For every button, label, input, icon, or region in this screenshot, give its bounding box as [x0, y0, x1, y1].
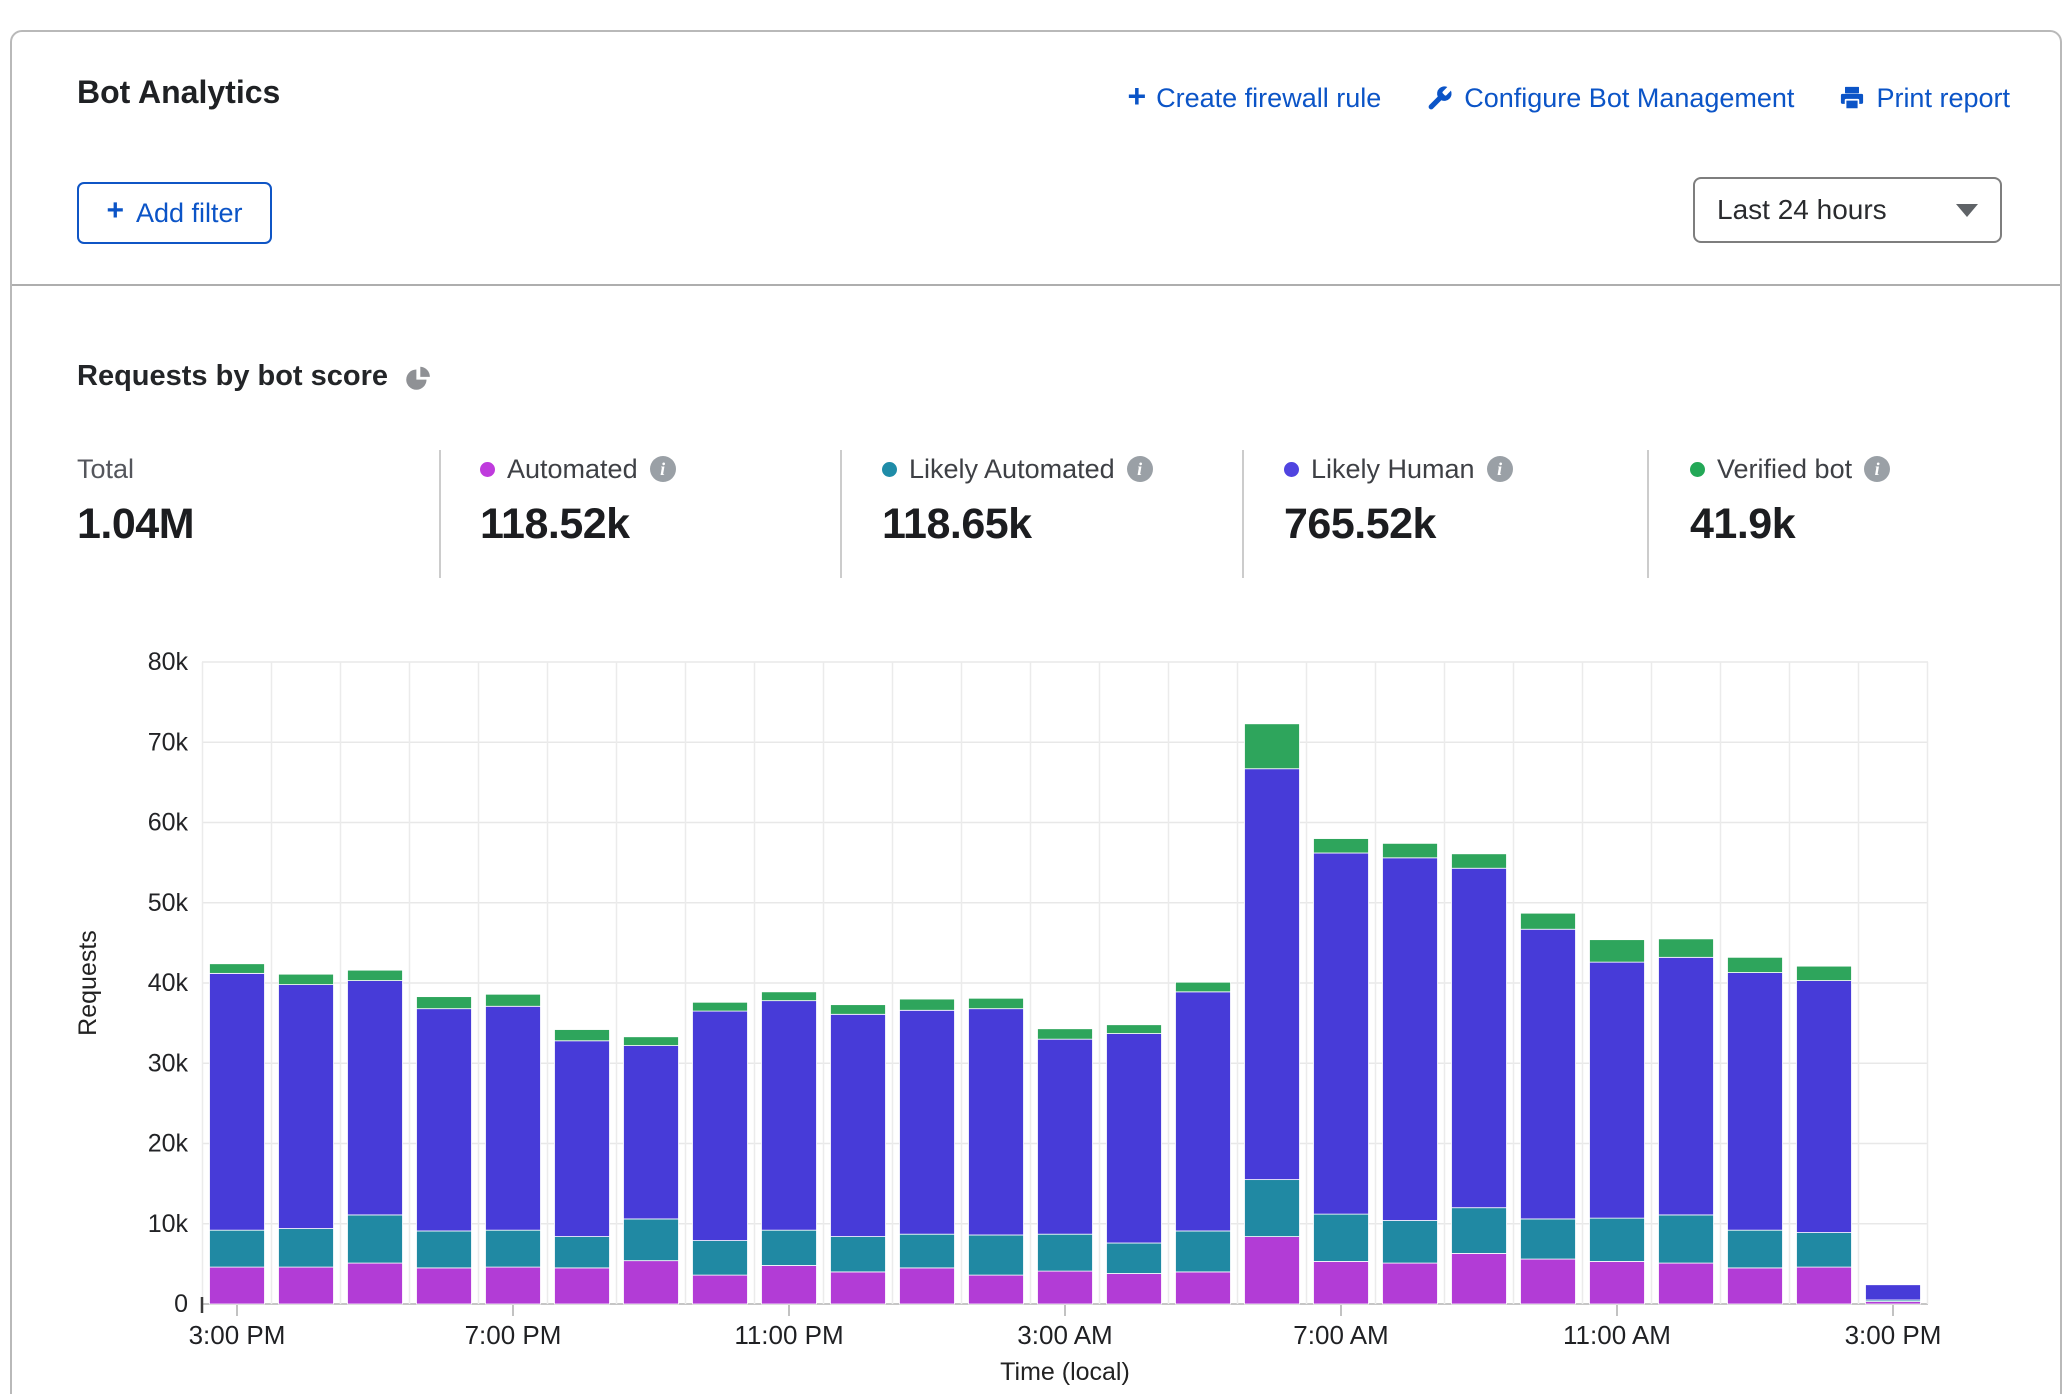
stat-likely-automated-value: 118.65k: [882, 500, 1153, 549]
stat-likely-human-value: 765.52k: [1284, 500, 1513, 549]
info-icon[interactable]: i: [1864, 456, 1890, 482]
svg-text:Time (local): Time (local): [1000, 1358, 1130, 1386]
stat-total-value: 1.04M: [77, 500, 194, 549]
svg-text:7:00 AM: 7:00 AM: [1293, 1320, 1388, 1350]
requests-by-bot-score-chart: 0 10k 20k 30k 40k 50k 60k 70k 80k 3:00 PM 7:00 PM 1…: [62, 642, 2014, 1394]
time-range-value: Last 24 hours: [1717, 194, 1887, 226]
svg-text:11:00 PM: 11:00 PM: [734, 1320, 843, 1350]
svg-text:20k: 20k: [148, 1130, 189, 1158]
stat-likely-automated: Likely Automated i 118.65k: [882, 452, 1153, 549]
pie-chart-icon: [404, 365, 431, 392]
create-firewall-rule-link[interactable]: + Create firewall rule: [1127, 82, 1381, 114]
info-icon[interactable]: i: [1127, 456, 1153, 482]
likely-human-dot-icon: [1284, 462, 1299, 477]
stat-verified-bot-label: Verified bot: [1717, 454, 1852, 485]
likely-automated-dot-icon: [882, 462, 897, 477]
svg-text:3:00 PM: 3:00 PM: [189, 1320, 286, 1350]
svg-text:0: 0: [174, 1290, 188, 1318]
svg-text:3:00 PM: 3:00 PM: [1845, 1320, 1942, 1350]
section-title: Requests by bot score: [77, 360, 431, 393]
svg-text:Requests: Requests: [74, 930, 102, 1036]
page-title: Bot Analytics: [77, 74, 280, 111]
configure-bot-management-label: Configure Bot Management: [1464, 83, 1794, 114]
svg-text:10k: 10k: [148, 1210, 189, 1238]
add-filter-button[interactable]: + Add filter: [77, 182, 272, 244]
stat-likely-human-label: Likely Human: [1311, 454, 1475, 485]
svg-text:70k: 70k: [148, 728, 189, 756]
configure-bot-management-link[interactable]: Configure Bot Management: [1425, 83, 1794, 114]
stat-verified-bot: Verified bot i 41.9k: [1690, 452, 1890, 549]
plus-icon: +: [106, 196, 124, 226]
svg-text:40k: 40k: [148, 969, 189, 997]
time-range-select[interactable]: Last 24 hours: [1693, 177, 2002, 243]
section-title-text: Requests by bot score: [77, 360, 388, 393]
stat-likely-automated-label: Likely Automated: [909, 454, 1115, 485]
print-report-label: Print report: [1876, 83, 2010, 114]
automated-dot-icon: [480, 462, 495, 477]
header-divider: [12, 284, 2060, 286]
svg-text:3:00 AM: 3:00 AM: [1017, 1320, 1112, 1350]
wrench-icon: [1425, 84, 1454, 113]
stat-automated: Automated i 118.52k: [480, 452, 676, 549]
print-report-link[interactable]: Print report: [1838, 83, 2010, 114]
bot-analytics-card: Bot Analytics + Create firewall rule Con…: [10, 30, 2062, 1394]
stats-divider: [840, 450, 842, 578]
stat-automated-label: Automated: [507, 454, 638, 485]
header-actions: + Create firewall rule Configure Bot Man…: [1127, 82, 2010, 114]
stats-divider: [1647, 450, 1649, 578]
stat-verified-bot-value: 41.9k: [1690, 500, 1890, 549]
svg-text:30k: 30k: [148, 1049, 189, 1077]
add-filter-label: Add filter: [136, 198, 243, 229]
svg-text:11:00 AM: 11:00 AM: [1563, 1320, 1671, 1350]
plus-icon: +: [1127, 80, 1146, 112]
info-icon[interactable]: i: [650, 456, 676, 482]
verified-bot-dot-icon: [1690, 462, 1705, 477]
info-icon[interactable]: i: [1487, 456, 1513, 482]
stat-total: Total 1.04M: [77, 452, 194, 549]
bot-analytics-page: Bot Analytics + Create firewall rule Con…: [0, 0, 2070, 1394]
printer-icon: [1838, 84, 1866, 112]
stat-total-label: Total: [77, 454, 134, 485]
svg-text:60k: 60k: [148, 809, 189, 837]
stats-divider: [1242, 450, 1244, 578]
stat-automated-value: 118.52k: [480, 500, 676, 549]
svg-text:7:00 PM: 7:00 PM: [465, 1320, 562, 1350]
stat-likely-human: Likely Human i 765.52k: [1284, 452, 1513, 549]
stacked-bar-chart-svg: 0 10k 20k 30k 40k 50k 60k 70k 80k 3:00 PM 7:00 PM 1…: [62, 642, 2014, 1394]
svg-text:80k: 80k: [148, 648, 189, 676]
stats-divider: [439, 450, 441, 578]
chevron-down-icon: [1956, 204, 1978, 217]
create-firewall-rule-label: Create firewall rule: [1156, 83, 1381, 114]
svg-text:50k: 50k: [148, 889, 189, 917]
